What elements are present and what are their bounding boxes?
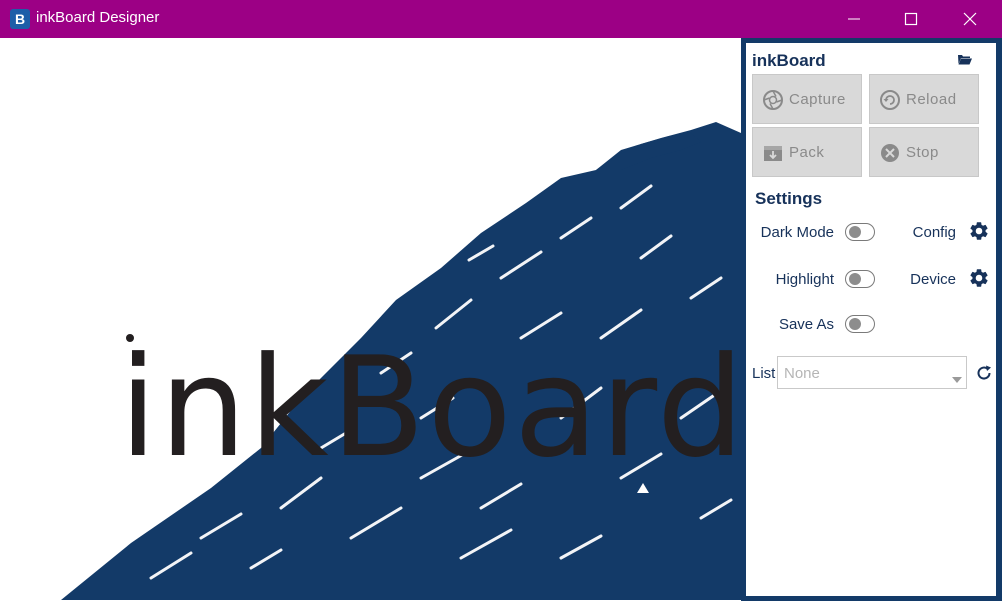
toggle-knob — [849, 273, 861, 285]
pack-button[interactable]: Pack — [752, 127, 862, 177]
list-dropdown[interactable]: None — [777, 356, 967, 389]
refresh-icon[interactable] — [975, 364, 993, 382]
package-icon — [764, 146, 782, 161]
list-label: List — [752, 365, 776, 382]
highlight-label: Highlight — [775, 271, 834, 288]
save-as-toggle[interactable] — [845, 315, 875, 333]
stop-button[interactable]: Stop — [869, 127, 979, 177]
maximize-icon — [904, 12, 918, 26]
camera-shutter-icon — [763, 90, 783, 110]
list-selected-value: None — [784, 365, 820, 382]
highlight-toggle[interactable] — [845, 270, 875, 288]
reload-icon — [880, 90, 900, 110]
reload-label: Reload — [906, 91, 957, 108]
capture-label: Capture — [789, 91, 846, 108]
pack-label: Pack — [789, 144, 825, 161]
stop-label: Stop — [906, 144, 939, 161]
toggle-knob — [849, 226, 861, 238]
minimize-icon — [848, 18, 860, 20]
reload-button[interactable]: Reload — [869, 74, 979, 124]
dark-mode-label: Dark Mode — [760, 224, 834, 241]
inkboard-app-icon: B — [10, 9, 30, 29]
designer-canvas[interactable]: inkBoard — [1, 38, 741, 600]
settings-heading: Settings — [755, 189, 823, 208]
capture-button[interactable]: Capture — [752, 74, 862, 124]
save-as-label: Save As — [778, 316, 834, 333]
panel-title: inkBoard — [752, 51, 826, 70]
gear-icon[interactable] — [968, 267, 990, 289]
maximize-button[interactable] — [888, 0, 934, 38]
folder-open-icon[interactable] — [958, 54, 972, 65]
minimize-button[interactable] — [831, 0, 877, 38]
stop-circle-icon — [881, 144, 899, 162]
close-icon — [963, 12, 977, 26]
control-panel: inkBoard Capture Reload Pack Stop Settin… — [746, 43, 996, 596]
chevron-down-icon — [952, 377, 962, 383]
title-bar: B inkBoard Designer — [0, 0, 1002, 38]
device-label: Device — [910, 271, 956, 288]
toggle-knob — [849, 318, 861, 330]
window-title: inkBoard Designer — [36, 9, 160, 26]
dark-mode-toggle[interactable] — [845, 223, 875, 241]
brush-stroke-background — [61, 122, 741, 600]
config-label: Config — [912, 224, 956, 241]
close-button[interactable] — [947, 0, 993, 38]
gear-icon[interactable] — [968, 220, 990, 242]
